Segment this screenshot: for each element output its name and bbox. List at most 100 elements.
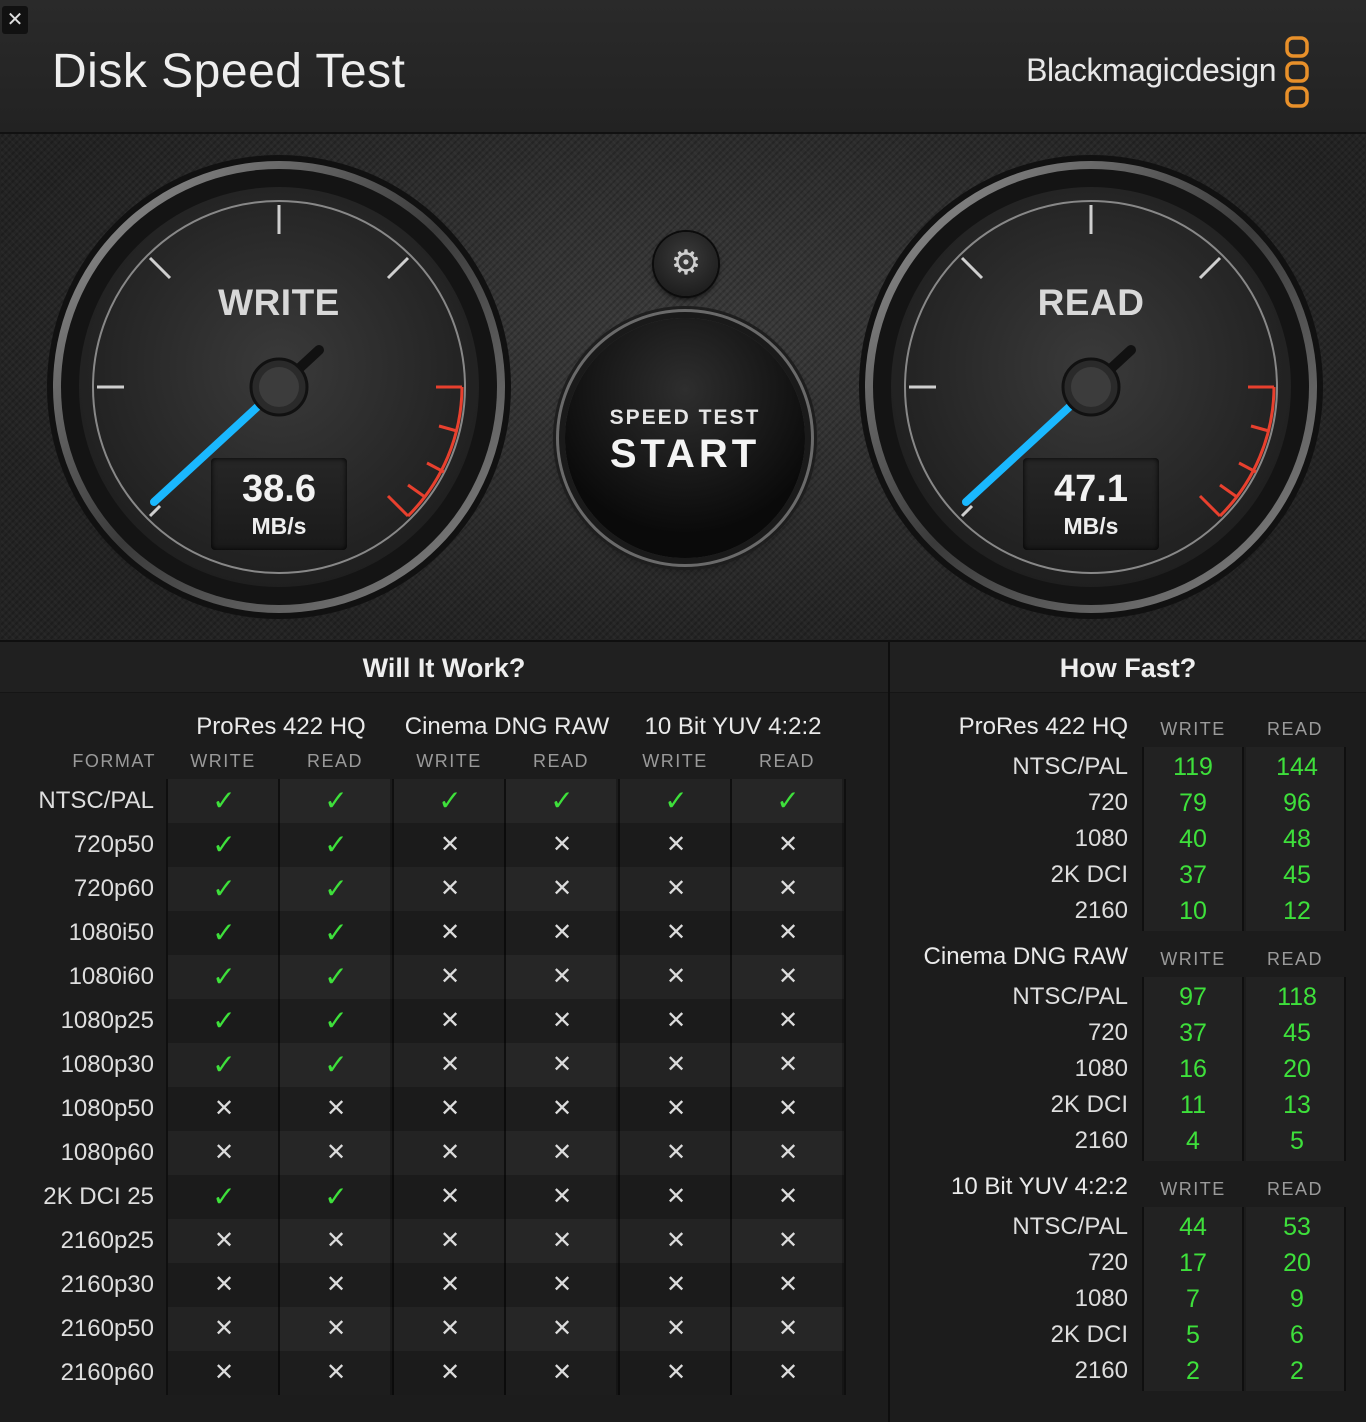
checkmark-icon: ✓ — [324, 785, 348, 816]
cross-icon: ✕ — [439, 1095, 461, 1122]
cross-icon: ✕ — [325, 1139, 347, 1166]
resolution-label: 1080 — [1074, 1055, 1128, 1082]
cross-icon: ✕ — [213, 1095, 235, 1122]
checkmark-icon: ✓ — [324, 873, 348, 904]
start-button-caption: SPEED TEST — [609, 406, 761, 429]
checkmark-icon: ✓ — [324, 917, 348, 948]
checkmark-icon: ✓ — [324, 1181, 348, 1212]
cross-icon: ✕ — [439, 1007, 461, 1034]
read-fps-value: 5 — [1290, 1127, 1304, 1155]
settings-gear-button[interactable]: ⚙ — [654, 232, 718, 296]
codec-group-header: ProRes 422 HQ — [196, 713, 366, 740]
format-row-label: NTSC/PAL — [38, 787, 154, 814]
cross-icon: ✕ — [439, 1183, 461, 1210]
how-fast-separator — [1242, 747, 1244, 931]
format-row-label: 1080p25 — [60, 1007, 154, 1034]
write-readout: 38.6 MB/s — [211, 458, 347, 550]
write-fps-value: 37 — [1179, 861, 1207, 889]
column-separator — [844, 779, 846, 1395]
cross-icon: ✕ — [665, 919, 687, 946]
resolution-label: 2K DCI — [1050, 1321, 1128, 1348]
cross-icon: ✕ — [439, 1227, 461, 1254]
cross-icon: ✕ — [665, 875, 687, 902]
speed-test-start-button[interactable]: SPEED TEST START — [565, 318, 805, 558]
cross-icon: ✕ — [325, 1227, 347, 1254]
cross-icon: ✕ — [439, 831, 461, 858]
cross-icon: ✕ — [551, 963, 573, 990]
checkmark-icon: ✓ — [324, 829, 348, 860]
cross-icon: ✕ — [551, 1051, 573, 1078]
cross-icon: ✕ — [213, 1359, 235, 1386]
how-fast-separator — [1242, 977, 1244, 1161]
start-button-label: START — [609, 432, 761, 476]
checkmark-icon: ✓ — [212, 873, 236, 904]
write-fps-value: 37 — [1179, 1019, 1207, 1047]
cross-icon: ✕ — [777, 919, 799, 946]
cross-icon: ✕ — [777, 1051, 799, 1078]
cross-icon: ✕ — [551, 1095, 573, 1122]
format-row-label: 1080i50 — [68, 919, 154, 946]
cross-icon: ✕ — [439, 875, 461, 902]
resolution-label: 2160 — [1074, 1357, 1128, 1384]
cross-icon: ✕ — [665, 1051, 687, 1078]
how-fast-separator — [1142, 977, 1144, 1161]
cross-icon: ✕ — [665, 963, 687, 990]
cross-icon: ✕ — [439, 1271, 461, 1298]
format-row-label: 2K DCI 25 — [43, 1183, 154, 1210]
cross-icon: ✕ — [551, 1359, 573, 1386]
cross-icon: ✕ — [551, 1139, 573, 1166]
cross-icon: ✕ — [777, 963, 799, 990]
format-row-label: 720p50 — [73, 831, 154, 858]
subcolumn-header: WRITE — [190, 751, 256, 771]
write-fps-value: 97 — [1179, 983, 1207, 1011]
close-button[interactable]: ✕ — [2, 6, 28, 34]
read-fps-value: 9 — [1290, 1285, 1304, 1313]
read-column-header: READ — [1266, 1179, 1323, 1199]
format-row-label: 2160p60 — [60, 1359, 154, 1386]
cross-icon: ✕ — [551, 919, 573, 946]
gauge-panel: WRITE 38.6 MB/s ⚙ SPEED TEST START READ … — [0, 134, 1366, 642]
how-fast-section-title: 10 Bit YUV 4:2:2 — [951, 1173, 1128, 1200]
codec-group-header: 10 Bit YUV 4:2:2 — [644, 713, 822, 740]
write-fps-value: 119 — [1173, 753, 1213, 781]
write-fps-value: 40 — [1179, 825, 1207, 853]
checkmark-icon: ✓ — [212, 1005, 236, 1036]
cross-icon: ✕ — [551, 1007, 573, 1034]
how-fast-title: How Fast? — [890, 642, 1366, 693]
resolution-label: NTSC/PAL — [1012, 983, 1128, 1010]
checkmark-icon: ✓ — [550, 785, 574, 816]
cross-icon: ✕ — [551, 1271, 573, 1298]
cross-icon: ✕ — [439, 1315, 461, 1342]
checkmark-icon: ✓ — [664, 785, 688, 816]
cross-icon: ✕ — [665, 1359, 687, 1386]
cross-icon: ✕ — [777, 1359, 799, 1386]
write-gauge-dial — [47, 155, 511, 619]
write-fps-value: 79 — [1179, 789, 1207, 817]
cross-icon: ✕ — [665, 1007, 687, 1034]
cross-icon: ✕ — [439, 1139, 461, 1166]
checkmark-icon: ✓ — [212, 785, 236, 816]
cross-icon: ✕ — [777, 1139, 799, 1166]
app-title: Disk Speed Test — [52, 45, 406, 98]
cross-icon: ✕ — [665, 1271, 687, 1298]
brand-name: Blackmagicdesign — [1026, 52, 1276, 88]
format-row-label: 2160p25 — [60, 1227, 154, 1254]
checkmark-icon: ✓ — [212, 1181, 236, 1212]
cross-icon: ✕ — [213, 1227, 235, 1254]
format-column-header: FORMAT — [72, 751, 156, 771]
cross-icon: ✕ — [777, 1227, 799, 1254]
how-fast-separator — [1142, 747, 1144, 931]
cross-icon: ✕ — [665, 1095, 687, 1122]
resolution-label: 720 — [1087, 1249, 1128, 1276]
subcolumn-header: READ — [306, 751, 363, 771]
read-fps-value: 45 — [1283, 861, 1311, 889]
cross-icon: ✕ — [439, 919, 461, 946]
how-fast-separator — [1142, 1207, 1144, 1391]
cross-icon: ✕ — [777, 1095, 799, 1122]
cross-icon: ✕ — [777, 1315, 799, 1342]
read-fps-value: 96 — [1283, 789, 1311, 817]
read-gauge-dial — [859, 155, 1323, 619]
blackmagic-logo-icon — [1285, 36, 1309, 108]
cross-icon: ✕ — [551, 1315, 573, 1342]
read-fps-value: 13 — [1283, 1091, 1311, 1119]
